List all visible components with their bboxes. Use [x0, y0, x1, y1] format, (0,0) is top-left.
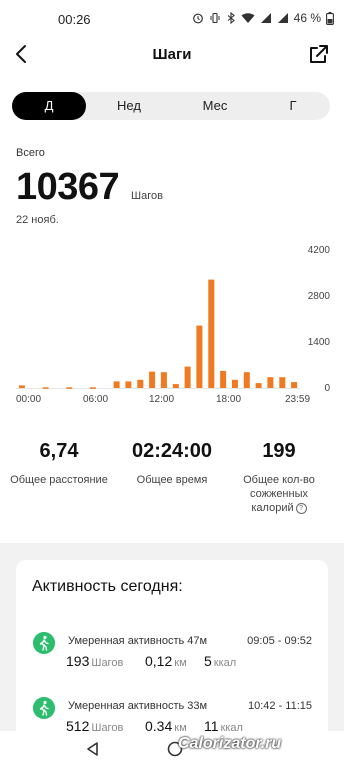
chart-bar[interactable]	[208, 279, 215, 388]
vibrate-icon	[210, 12, 220, 24]
battery-icon	[326, 11, 334, 25]
activity-distance: 0,12 км	[145, 653, 187, 669]
activity-name: Умеренная активность 33м	[68, 700, 208, 712]
chart-bar[interactable]	[125, 381, 132, 388]
stat-calories-label: Общее кол-во сожженных калорий?	[236, 473, 322, 515]
status-icons: 46 %	[192, 11, 334, 25]
activity-time: 09:05 - 09:52	[247, 635, 312, 647]
activity-name: Умеренная активность 47м	[68, 635, 208, 647]
total-steps: 10367	[16, 166, 120, 208]
activity-distance-unit: км	[174, 657, 187, 669]
chart-bar[interactable]	[18, 385, 25, 388]
chart-bar[interactable]	[231, 379, 238, 388]
stat-calories: 199 Общее кол-во сожженных калорий?	[236, 440, 322, 515]
stat-time-label: Общее время	[136, 474, 208, 486]
share-button[interactable]	[308, 43, 330, 65]
stat-distance: 6,74 Общее расстояние	[6, 440, 112, 487]
activity-kcal: 5 ккал	[204, 653, 236, 669]
tab-year[interactable]: Г	[256, 92, 330, 120]
alarm-icon	[192, 13, 203, 24]
stats-row: 6,74 Общее расстояние 02:24:00 Общее вре…	[0, 440, 344, 520]
navigation-bar	[0, 731, 344, 768]
activity-distance-value: 0,12	[145, 653, 173, 669]
total-label: Всего	[16, 147, 45, 159]
y-tick-label: 4200	[308, 245, 331, 256]
nav-back-button[interactable]	[84, 740, 102, 758]
x-tick-label: 23:59	[285, 394, 310, 405]
chart-bar[interactable]	[66, 387, 73, 389]
chart-bar[interactable]	[113, 381, 120, 388]
signal-icon	[260, 13, 271, 23]
watermark: Calorizator.ru	[178, 735, 282, 752]
period-tabs: Д Нед Мес Г	[12, 92, 330, 120]
activity-kcal-unit: ккал	[213, 657, 237, 669]
chart-bar[interactable]	[267, 377, 274, 388]
activity-steps-unit: Шагов	[91, 657, 124, 669]
app-header: Шаги	[0, 40, 344, 72]
y-tick-label: 2800	[308, 291, 331, 302]
chart-bar[interactable]	[220, 370, 227, 388]
stat-distance-label: Общее расстояние	[10, 474, 108, 486]
activity-card: Активность сегодня: Умеренная активность…	[16, 560, 328, 740]
activity-steps-value: 193	[66, 653, 90, 669]
help-icon[interactable]: ?	[295, 503, 307, 514]
summary-date: 22 нояб.	[16, 214, 59, 226]
chart-bar[interactable]	[291, 382, 298, 388]
activity-title: Активность сегодня:	[32, 578, 183, 595]
steps-unit: Шагов	[131, 190, 163, 202]
x-tick-label: 18:00	[216, 394, 241, 405]
activity-kcal-value: 5	[204, 653, 212, 669]
chart-bar[interactable]	[149, 371, 156, 388]
signal-2-icon	[277, 13, 288, 23]
walking-icon	[33, 632, 55, 654]
chart-bar[interactable]	[196, 325, 203, 388]
x-tick-label: 00:00	[16, 394, 41, 405]
chart-bar[interactable]	[184, 366, 191, 388]
tab-week[interactable]: Нед	[90, 92, 168, 120]
stat-time-value: 02:24:00	[131, 440, 213, 462]
activity-time: 10:42 - 11:15	[247, 700, 312, 712]
bluetooth-icon	[227, 12, 235, 24]
tab-day[interactable]: Д	[12, 92, 86, 120]
chart-bar[interactable]	[172, 384, 179, 388]
status-time: 00:26	[58, 12, 91, 27]
chart-bar[interactable]	[137, 379, 144, 388]
battery-percent: 46 %	[293, 11, 321, 25]
status-bar: 00:26 46 %	[0, 0, 344, 40]
wifi-icon	[241, 13, 255, 23]
stat-calories-value: 199	[262, 440, 296, 462]
y-tick-label: 0	[324, 383, 330, 394]
stat-distance-value: 6,74	[39, 440, 79, 462]
chart-bar[interactable]	[160, 372, 167, 388]
chart-bar[interactable]	[243, 372, 250, 388]
walking-icon	[33, 697, 55, 719]
activity-steps: 193 Шагов	[66, 653, 123, 669]
stat-time: 02:24:00 Общее время	[120, 440, 224, 487]
steps-chart: 4200 2800 1400 0 00:00 06:00 12:00 18:00 23:59	[16, 245, 331, 405]
tab-month[interactable]: Мес	[176, 92, 254, 120]
chart-bar[interactable]	[89, 387, 96, 389]
activity-item[interactable]: Умеренная активность 47м 09:05 - 09:52 1…	[16, 624, 328, 674]
chart-bar[interactable]	[255, 383, 262, 388]
chart-bar[interactable]	[42, 387, 49, 389]
y-tick-label: 1400	[308, 337, 331, 348]
x-tick-label: 06:00	[83, 394, 108, 405]
chart-bar[interactable]	[279, 377, 286, 388]
x-tick-label: 12:00	[149, 394, 174, 405]
page-title: Шаги	[152, 46, 192, 63]
